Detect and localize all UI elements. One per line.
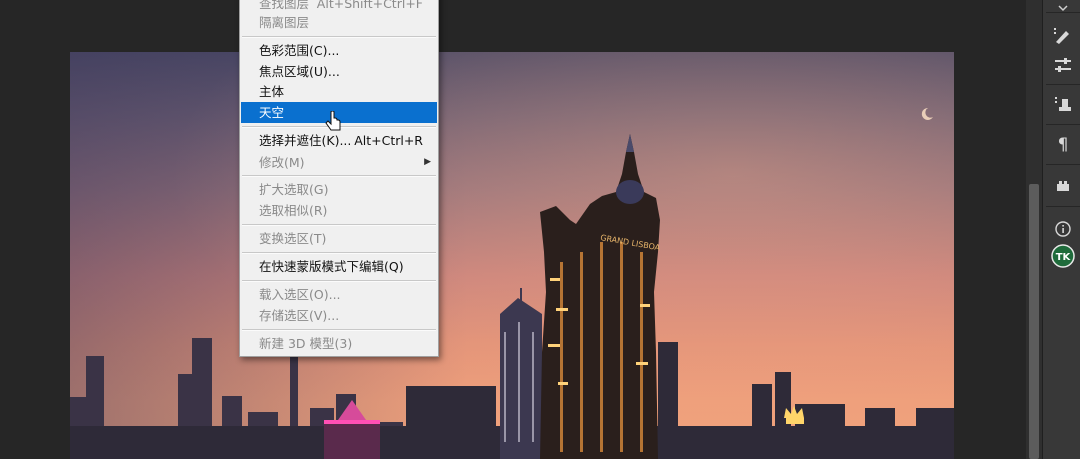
menu-item-label: 扩大选取(G) [259,182,329,197]
menu-item-label: 新建 3D 模型(3) [259,336,353,351]
brush-settings-icon[interactable] [1050,22,1076,48]
menu-item-focus-area[interactable]: 焦点区域(U)... [241,61,437,82]
menu-separator [242,329,436,331]
select-menu-dropdown: 查找图层 Alt+Shift+Ctrl+F 隔离图层 色彩范围(C)... 焦点… [239,0,439,357]
paragraph-icon[interactable]: ¶ [1050,132,1076,158]
info-icon[interactable] [1050,216,1076,242]
panel-divider [1046,164,1080,165]
vertical-scrollbar[interactable] [1026,0,1042,459]
menu-item-label: 修改(M) [259,155,305,170]
menu-separator [242,175,436,177]
menu-item-save-selection[interactable]: 存储选区(V)... [241,305,437,326]
clone-source-icon[interactable] [1050,91,1076,117]
tk-plugin-icon[interactable]: TK [1050,243,1076,269]
glyphs-icon[interactable] [1050,172,1076,198]
menu-separator [242,252,436,254]
menu-separator [242,280,436,282]
menu-item-label: 隔离图层 [259,15,310,30]
menu-item-label: 色彩范围(C)... [259,43,340,58]
svg-text:TK: TK [1056,252,1072,263]
menu-item-color-range[interactable]: 色彩范围(C)... [241,40,437,61]
adjustments-icon[interactable] [1050,52,1076,78]
menu-item-label: 存储选区(V)... [259,308,340,323]
menu-item-label: 载入选区(O)... [259,287,341,302]
menu-separator [242,224,436,226]
menu-item-label: 在快速蒙版模式下编辑(Q) [259,259,404,274]
menu-item-quick-mask[interactable]: 在快速蒙版模式下编辑(Q) [241,256,437,277]
right-panel-dock: ¶ TK [1042,0,1080,459]
menu-item-label: 天空 [259,105,285,120]
menu-item-grow[interactable]: 扩大选取(G) [241,179,437,200]
panel-divider [1046,84,1080,85]
menu-item-new-3d-model[interactable]: 新建 3D 模型(3) [241,333,437,354]
menu-item-label: 变换选区(T) [259,231,327,246]
city-skyline-photo: GRAND LISBOA [70,107,954,459]
menu-item-label: 焦点区域(U)... [259,64,340,79]
panel-divider [1046,206,1080,207]
panel-divider [1046,124,1080,125]
menu-item-isolate-layers[interactable]: 隔离图层 [241,12,437,33]
menu-item-shortcut: Alt+Ctrl+R [354,133,423,148]
menu-item-subject[interactable]: 主体 [241,81,437,102]
menu-item-modify[interactable]: 修改(M) ▶ [241,152,437,173]
submenu-arrow-icon: ▶ [424,157,431,167]
menu-item-similar[interactable]: 选取相似(R) [241,200,437,221]
menu-item-label: 主体 [259,84,285,99]
menu-separator [242,36,436,38]
menu-item-label: 选取相似(R) [259,203,328,218]
menu-item-transform-selection[interactable]: 变换选区(T) [241,228,437,249]
image-canvas[interactable]: GRAND LISBOA [70,52,954,459]
scrollbar-thumb[interactable] [1029,184,1039,459]
menu-item-load-selection[interactable]: 载入选区(O)... [241,284,437,305]
mouse-pointer-icon [325,111,341,131]
document-workspace: GRAND LISBOA [0,0,1026,459]
panel-divider [1046,12,1080,13]
menu-item-select-and-mask[interactable]: 选择并遮住(K)... Alt+Ctrl+R [241,130,437,151]
menu-item-label: 选择并遮住(K)... [259,133,352,148]
